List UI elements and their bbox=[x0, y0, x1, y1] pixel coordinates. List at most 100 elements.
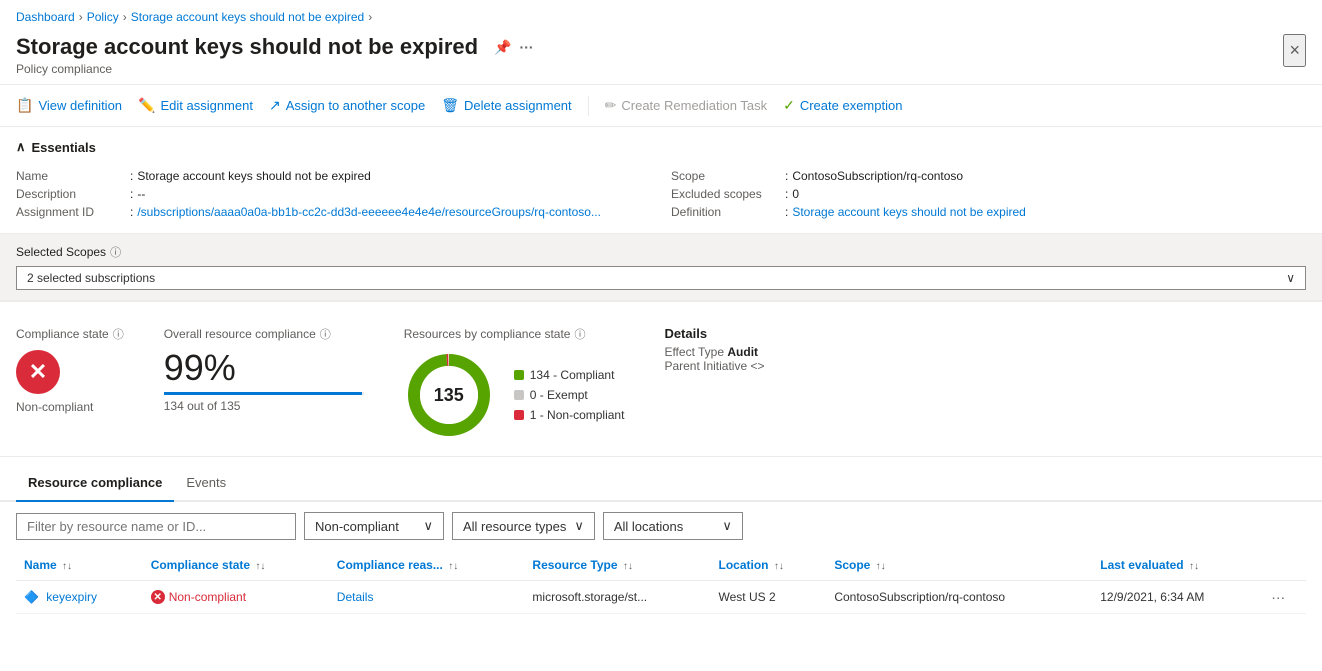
cell-resource-type-0: microsoft.storage/st... bbox=[524, 581, 710, 614]
scopes-dropdown[interactable]: 2 selected subscriptions ∨ bbox=[16, 266, 1306, 290]
toolbar: 📋 View definition ✏️ Edit assignment ↗ A… bbox=[0, 84, 1322, 127]
overall-compliance-info-icon[interactable]: ⓘ bbox=[320, 326, 331, 342]
compliance-state-label: Compliance state ⓘ bbox=[16, 326, 124, 342]
details-block: Details Effect Type Audit Parent Initiat… bbox=[664, 326, 764, 440]
row-menu-icon-0[interactable]: ··· bbox=[1271, 589, 1285, 605]
delete-icon: 🗑 bbox=[441, 97, 459, 114]
col-resource-type[interactable]: Resource Type ↑↓ bbox=[524, 550, 710, 581]
remediation-icon: ✏ bbox=[605, 97, 617, 114]
details-title: Details bbox=[664, 326, 764, 341]
resource-type-dropdown-chevron-icon: ∨ bbox=[574, 518, 584, 534]
reason-sort-icon: ↑↓ bbox=[448, 561, 458, 572]
essentials-description: Description : -- bbox=[16, 185, 651, 203]
col-name[interactable]: Name ↑↓ bbox=[16, 550, 143, 581]
table-section: Name ↑↓ Compliance state ↑↓ Compliance r… bbox=[0, 550, 1322, 614]
compliance-state-block: Compliance state ⓘ ✕ Non-compliant bbox=[16, 326, 124, 440]
table-header-row: Name ↑↓ Compliance state ↑↓ Compliance r… bbox=[16, 550, 1306, 581]
donut-info-icon[interactable]: ⓘ bbox=[574, 326, 585, 342]
edit-icon: ✏️ bbox=[138, 97, 155, 114]
name-sort-icon: ↑↓ bbox=[62, 561, 72, 572]
nc-icon-0: ✕ bbox=[151, 590, 165, 604]
resource-name-link-0[interactable]: keyexpiry bbox=[46, 590, 97, 604]
assign-scope-icon: ↗ bbox=[269, 97, 281, 114]
resource-type-sort-icon: ↑↓ bbox=[623, 561, 633, 572]
scopes-section: Selected Scopes ⓘ 2 selected subscriptio… bbox=[0, 234, 1322, 302]
cell-last-evaluated-0: 12/9/2021, 6:34 AM bbox=[1092, 581, 1263, 614]
tab-events[interactable]: Events bbox=[174, 465, 238, 502]
non-compliant-badge-0: ✕ Non-compliant bbox=[151, 590, 321, 604]
parent-initiative-row: Parent Initiative <> bbox=[664, 359, 764, 373]
resource-table: Name ↑↓ Compliance state ↑↓ Compliance r… bbox=[16, 550, 1306, 614]
edit-assignment-button[interactable]: ✏️ Edit assignment bbox=[138, 93, 253, 118]
effect-type-row: Effect Type Audit bbox=[664, 345, 764, 359]
resource-type-filter-dropdown[interactable]: All resource types ∨ bbox=[452, 512, 595, 540]
resource-filter-input[interactable] bbox=[16, 513, 296, 540]
legend-exempt-dot bbox=[514, 390, 524, 400]
tab-resource-compliance[interactable]: Resource compliance bbox=[16, 465, 174, 502]
scopes-info-icon[interactable]: ⓘ bbox=[110, 244, 121, 260]
location-dropdown-chevron-icon: ∨ bbox=[722, 518, 732, 534]
page-header: Storage account keys should not be expir… bbox=[0, 30, 1322, 84]
compliance-state-info-icon[interactable]: ⓘ bbox=[113, 326, 124, 342]
page-subtitle: Policy compliance bbox=[16, 62, 1283, 76]
col-scope[interactable]: Scope ↑↓ bbox=[826, 550, 1092, 581]
last-eval-sort-icon: ↑↓ bbox=[1189, 561, 1199, 572]
donut-chart-label: Resources by compliance state ⓘ bbox=[404, 326, 625, 342]
essentials-grid: Name : Storage account keys should not b… bbox=[16, 167, 1306, 221]
essentials-name: Name : Storage account keys should not b… bbox=[16, 167, 651, 185]
compliance-reason-link-0[interactable]: Details bbox=[337, 590, 374, 604]
col-location[interactable]: Location ↑↓ bbox=[711, 550, 827, 581]
page-title: Storage account keys should not be expir… bbox=[16, 34, 1283, 60]
create-exemption-button[interactable]: ✓ Create exemption bbox=[783, 93, 902, 118]
overall-compliance-label: Overall resource compliance ⓘ bbox=[164, 326, 364, 342]
view-definition-icon: 📋 bbox=[16, 97, 33, 114]
donut-chart-container: 135 134 - Compliant 0 - Exempt 1 - Non-c… bbox=[404, 350, 625, 440]
location-filter-dropdown[interactable]: All locations ∨ bbox=[603, 512, 743, 540]
chevron-up-icon: ∧ bbox=[16, 139, 26, 155]
breadcrumb-policy[interactable]: Policy bbox=[87, 10, 119, 24]
donut-legend: 134 - Compliant 0 - Exempt 1 - Non-compl… bbox=[514, 368, 625, 422]
close-button[interactable]: × bbox=[1283, 34, 1306, 67]
cell-compliance-0: ✕ Non-compliant bbox=[143, 581, 329, 614]
donut-center-value: 135 bbox=[404, 350, 494, 440]
compliance-dropdown-chevron-icon: ∨ bbox=[423, 518, 433, 534]
pin-icon[interactable]: 📌 bbox=[494, 39, 511, 56]
donut-chart-block: Resources by compliance state ⓘ 135 bbox=[404, 326, 625, 440]
tabs: Resource compliance Events bbox=[0, 465, 1322, 502]
cell-name-0: 🔷 keyexpiry bbox=[16, 581, 143, 614]
assign-scope-button[interactable]: ↗ Assign to another scope bbox=[269, 93, 425, 118]
essentials-header[interactable]: ∧ Essentials bbox=[16, 139, 1306, 155]
col-compliance-state[interactable]: Compliance state ↑↓ bbox=[143, 550, 329, 581]
col-compliance-reason[interactable]: Compliance reas... ↑↓ bbox=[329, 550, 525, 581]
legend-noncompliant-dot bbox=[514, 410, 524, 420]
compliance-bar-fill bbox=[164, 392, 362, 395]
delete-assignment-button[interactable]: 🗑 Delete assignment bbox=[441, 93, 571, 118]
legend-compliant: 134 - Compliant bbox=[514, 368, 625, 382]
non-compliant-icon: ✕ bbox=[16, 350, 60, 394]
essentials-section: ∧ Essentials Name : Storage account keys… bbox=[0, 127, 1322, 234]
breadcrumb-dashboard[interactable]: Dashboard bbox=[16, 10, 75, 24]
legend-exempt: 0 - Exempt bbox=[514, 388, 625, 402]
essentials-assignment-id: Assignment ID : /subscriptions/aaaa0a0a-… bbox=[16, 203, 651, 221]
toolbar-divider bbox=[588, 96, 589, 116]
cell-row-menu-0: ··· bbox=[1263, 581, 1306, 614]
legend-non-compliant: 1 - Non-compliant bbox=[514, 408, 625, 422]
col-actions bbox=[1263, 550, 1306, 581]
overall-compliance-block: Overall resource compliance ⓘ 99% 134 ou… bbox=[164, 326, 364, 440]
legend-compliant-dot bbox=[514, 370, 524, 380]
dropdown-chevron-icon: ∨ bbox=[1286, 271, 1295, 285]
more-options-icon[interactable]: ··· bbox=[520, 39, 534, 55]
compliance-fraction: 134 out of 135 bbox=[164, 399, 364, 413]
essentials-scope: Scope : ContosoSubscription/rq-contoso bbox=[671, 167, 1306, 185]
col-last-evaluated[interactable]: Last evaluated ↑↓ bbox=[1092, 550, 1263, 581]
breadcrumb-current[interactable]: Storage account keys should not be expir… bbox=[131, 10, 364, 24]
compliance-sort-icon: ↑↓ bbox=[255, 561, 265, 572]
table-row: 🔷 keyexpiry ✕ Non-compliant Details micr… bbox=[16, 581, 1306, 614]
exemption-icon: ✓ bbox=[783, 97, 795, 114]
cell-reason-0: Details bbox=[329, 581, 525, 614]
create-remediation-button[interactable]: ✏ Create Remediation Task bbox=[605, 93, 767, 118]
scopes-label: Selected Scopes ⓘ bbox=[16, 244, 1306, 260]
location-sort-icon: ↑↓ bbox=[774, 561, 784, 572]
compliance-filter-dropdown[interactable]: Non-compliant ∨ bbox=[304, 512, 444, 540]
view-definition-button[interactable]: 📋 View definition bbox=[16, 93, 122, 118]
